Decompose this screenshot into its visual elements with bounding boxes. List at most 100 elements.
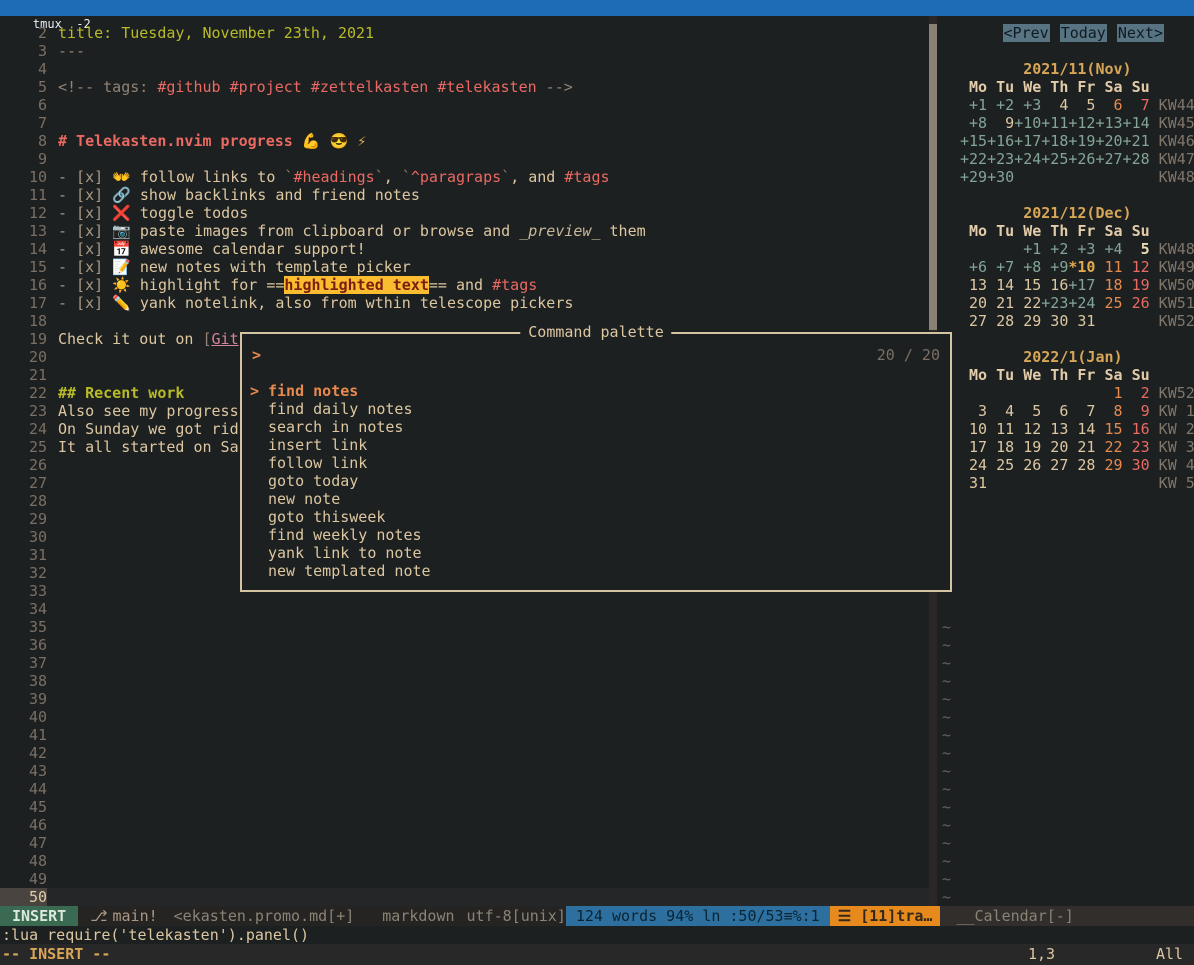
editor-line[interactable]: 38 [0,672,929,690]
palette-item[interactable]: find weekly notes [242,526,950,544]
calendar-week-row[interactable]: +8 9+10+11+12+13+14 KW45 [937,114,1194,132]
calendar-week-row[interactable]: 27 28 29 30 31 KW52 [937,312,1194,330]
calendar-day-group[interactable]: 20 21 22 [960,294,1041,312]
editor-line[interactable]: 46 [0,816,929,834]
next-button[interactable]: Next> [1117,24,1164,42]
palette-item[interactable]: >find notes [242,382,950,400]
calendar-day-group[interactable]: +29+30 [960,168,1014,186]
calendar-week-row[interactable]: 20 21 22+23+24 25 26 KW51 [937,294,1194,312]
calendar-day-group[interactable]: 6 [1095,96,1122,114]
editor-line[interactable]: 49 [0,870,929,888]
git-branch[interactable]: ⎇main! [90,906,157,926]
calendar-week-row[interactable]: 13 14 15 16+17 18 19 KW50 [937,276,1194,294]
palette-item[interactable]: goto thisweek [242,508,950,526]
editor-line[interactable]: 5<!-- tags: #github #project #zettelkast… [0,78,929,96]
calendar-day-group[interactable]: 1 [1095,384,1122,402]
palette-item[interactable]: yank link to note [242,544,950,562]
calendar-day-group[interactable]: 26 [1123,294,1150,312]
calendar-day-group[interactable]: 3 4 5 6 7 [960,402,1095,420]
calendar-day-group[interactable]: 17 18 19 20 21 [960,438,1095,456]
scrollbar-thumb[interactable] [929,24,937,330]
calendar-day-group[interactable]: *10 [1068,258,1095,276]
editor-line[interactable]: 45 [0,798,929,816]
calendar-week-row[interactable]: +22+23+24+25+26+27+28 KW47 [937,150,1194,168]
calendar-day-group[interactable]: 22 [1095,438,1122,456]
editor-line[interactable]: 10- [x] 👐 follow links to `#headings`, `… [0,168,929,186]
calendar-day-group[interactable]: 15 [1095,420,1122,438]
calendar-day-group[interactable]: 18 [1095,276,1122,294]
editor-line[interactable]: 42 [0,744,929,762]
calendar-day-group[interactable]: 31 [960,474,987,492]
calendar-day-group[interactable]: 9 [987,114,1014,132]
palette-item[interactable]: new note [242,490,950,508]
calendar-day-group[interactable] [987,474,1150,492]
palette-item[interactable]: follow link [242,454,950,472]
calendar-window[interactable]: <PrevTodayNext> 2021/11(Nov) Mo Tu We Th… [937,16,1194,906]
calendar-week-row[interactable]: 3 4 5 6 7 8 9 KW 1 [937,402,1194,420]
editor-line[interactable]: 48 [0,852,929,870]
palette-item[interactable]: search in notes [242,418,950,436]
palette-item[interactable]: find daily notes [242,400,950,418]
calendar-day-group[interactable]: 13 14 15 16 [960,276,1068,294]
palette-item[interactable]: goto today [242,472,950,490]
editor-line[interactable]: 41 [0,726,929,744]
calendar-day-group[interactable]: 23 [1123,438,1150,456]
editor-line[interactable]: 11- [x] 🔗 show backlinks and friend note… [0,186,929,204]
calendar-week-row[interactable]: 1 2 KW52 [937,384,1194,402]
prev-button[interactable]: <Prev [1003,24,1050,42]
editor-line[interactable]: 40 [0,708,929,726]
palette-prompt[interactable]: > 20 / 20 [242,346,950,364]
calendar-week-row[interactable]: +1 +2 +3 +4 5 KW48 [937,240,1194,258]
calendar-day-group[interactable]: 7 [1123,96,1150,114]
editor-line[interactable]: 17- [x] ✏️ yank notelink, also from wthi… [0,294,929,312]
calendar-day-group[interactable] [1014,168,1149,186]
calendar-day-group[interactable] [960,384,1095,402]
editor-line[interactable]: 3--- [0,42,929,60]
today-button[interactable]: Today [1060,24,1107,42]
calendar-week-row[interactable]: +6 +7 +8 +9*10 11 12 KW49 [937,258,1194,276]
calendar-day-group[interactable]: 9 [1123,402,1150,420]
editor-line[interactable]: 39 [0,690,929,708]
editor-line[interactable]: 44 [0,780,929,798]
editor-line[interactable]: 2title: Tuesday, November 23th, 2021 [0,24,929,42]
editor-line[interactable]: 14- [x] 📅 awesome calendar support! [0,240,929,258]
editor-line[interactable]: 4 [0,60,929,78]
editor-line[interactable]: 34 [0,600,929,618]
editor-line[interactable]: 47 [0,834,929,852]
editor-line[interactable]: 9 [0,150,929,168]
editor-line[interactable]: 43 [0,762,929,780]
editor-line[interactable]: 15- [x] 📝 new notes with template picker [0,258,929,276]
calendar-day-group[interactable]: +10+11+12+13+14 [1014,114,1149,132]
calendar-day-group[interactable]: 27 28 29 30 31 [960,312,1095,330]
calendar-day-group[interactable]: 5 [1123,240,1150,258]
calendar-day-group[interactable]: 29 [1095,456,1122,474]
calendar-day-group[interactable]: +8 [960,114,987,132]
editor-line[interactable]: 16- [x] ☀️ highlight for ==highlighted t… [0,276,929,294]
calendar-day-group[interactable]: 11 [1095,258,1122,276]
calendar-day-group[interactable]: 19 [1123,276,1150,294]
editor-line[interactable]: 12- [x] ❌ toggle todos [0,204,929,222]
editor-line[interactable]: 7 [0,114,929,132]
calendar-day-group[interactable] [1095,312,1140,330]
calendar-day-group[interactable]: 8 [1095,402,1122,420]
calendar-week-row[interactable]: 24 25 26 27 28 29 30 KW 4 [937,456,1194,474]
editor-line[interactable]: 50 [0,888,929,906]
command-palette[interactable]: Command palette > 20 / 20 >find notesfin… [240,332,952,592]
calendar-week-row[interactable]: +29+30 KW48 [937,168,1194,186]
calendar-day-group[interactable]: 25 [1095,294,1122,312]
calendar-day-group[interactable]: 24 25 26 27 28 [960,456,1095,474]
calendar-day-group[interactable]: +17 [1068,276,1095,294]
calendar-day-group[interactable]: 16 [1123,420,1150,438]
calendar-week-row[interactable]: +1 +2 +3 4 5 6 7 KW44 [937,96,1194,114]
buffers-indicator[interactable]: ☰ [11]tra… [830,906,941,926]
palette-item[interactable]: new templated note [242,562,950,580]
editor-line[interactable]: 36 [0,636,929,654]
calendar-day-group[interactable]: +6 +7 +8 +9 [960,258,1068,276]
editor-line[interactable]: 18 [0,312,929,330]
editor-line[interactable]: 35 [0,618,929,636]
calendar-day-group[interactable]: +1 +2 +3 +4 [1014,240,1122,258]
calendar-day-group[interactable]: 2 [1123,384,1150,402]
calendar-week-row[interactable]: +15+16+17+18+19+20+21 KW46 [937,132,1194,150]
command-line[interactable]: :lua require('telekasten').panel() [0,926,1194,944]
calendar-week-row[interactable]: 10 11 12 13 14 15 16 KW 2 [937,420,1194,438]
